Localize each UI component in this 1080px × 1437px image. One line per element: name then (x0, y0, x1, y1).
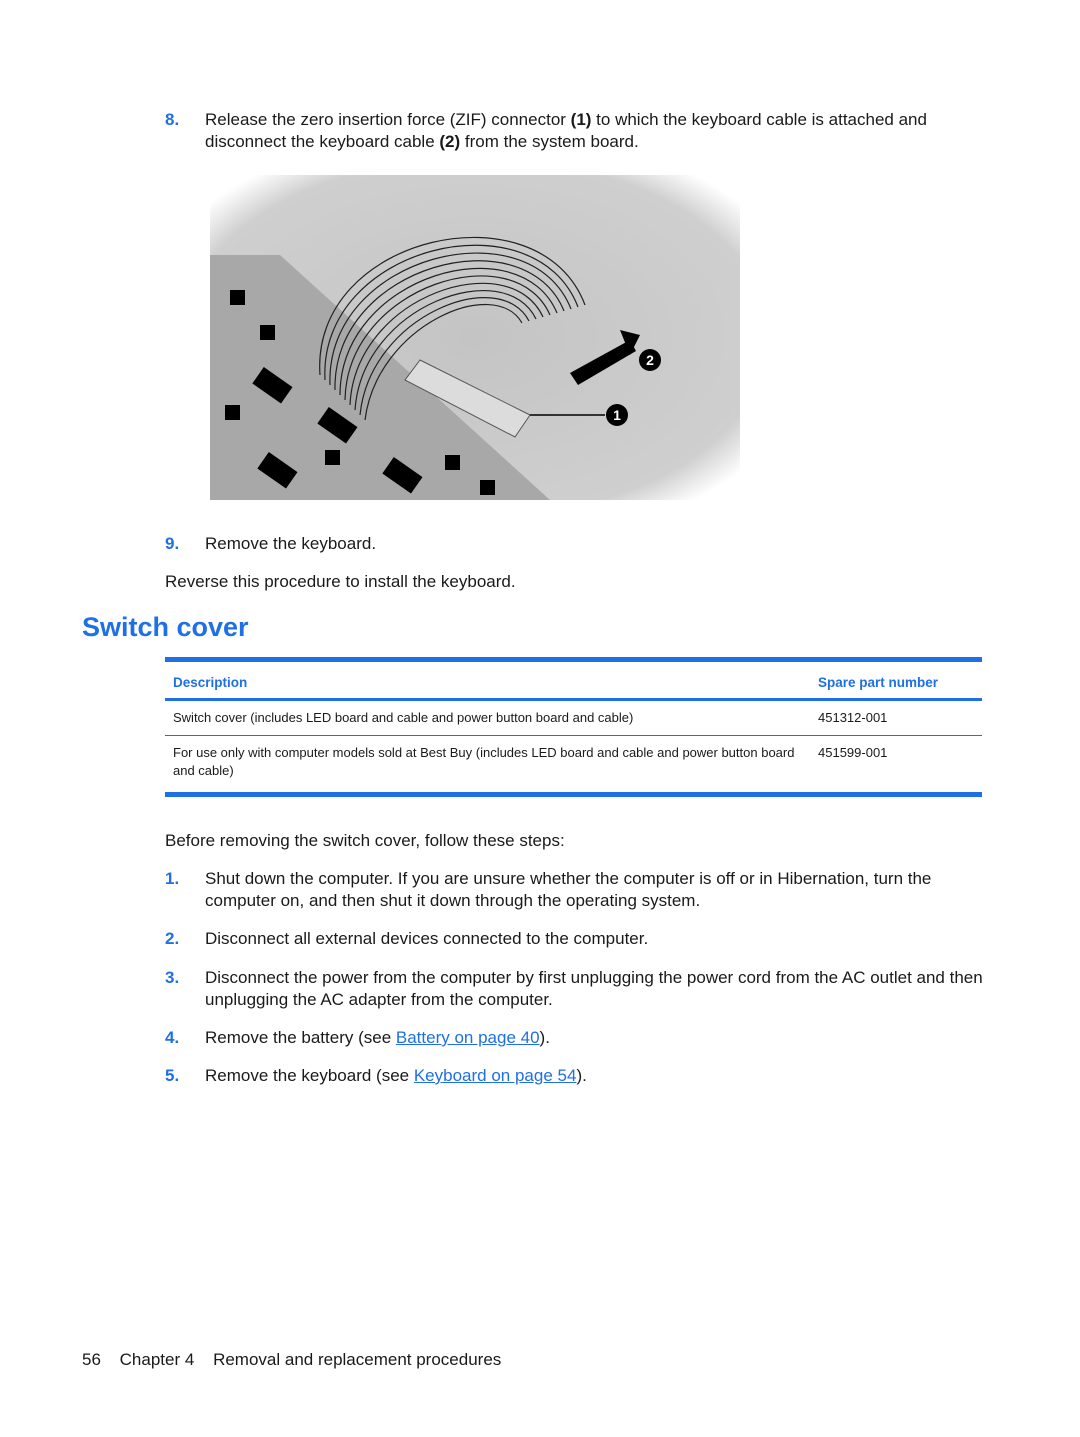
step-number: 5. (165, 1066, 180, 1085)
callout-2: 2 (646, 352, 654, 368)
section-title: Switch cover (82, 612, 249, 642)
chapter-title: Removal and replacement procedures (213, 1350, 502, 1369)
step-text: Remove the keyboard (see Keyboard on pag… (205, 1065, 985, 1087)
keyboard-link[interactable]: Keyboard on page 54 (414, 1066, 577, 1085)
step-number: 1. (165, 869, 180, 888)
step-3: 3. Disconnect the power from the compute… (165, 967, 985, 1011)
page-footer: 56 Chapter 4 Removal and replacement pro… (82, 1350, 515, 1370)
step-text: Shut down the computer. If you are unsur… (205, 869, 932, 910)
cell-description: For use only with computer models sold a… (173, 745, 795, 778)
spare-parts-table: Description Spare part number Switch cov… (165, 657, 982, 797)
page-number: 56 (82, 1350, 101, 1369)
table-row: For use only with computer models sold a… (165, 736, 982, 795)
step-4: 4. Remove the battery (see Battery on pa… (165, 1027, 985, 1049)
cell-part-number: 451599-001 (818, 745, 888, 760)
table-row: Switch cover (includes LED board and cab… (165, 700, 982, 736)
text-segment: Remove the battery (see (205, 1028, 396, 1047)
table-header-row: Description Spare part number (165, 659, 982, 700)
chapter-label: Chapter 4 (119, 1350, 195, 1369)
header-description: Description (173, 675, 248, 690)
keyboard-cable-figure: 1 2 (210, 175, 740, 500)
step-8: 8. Release the zero insertion force (ZIF… (165, 109, 985, 153)
step-text: Disconnect all external devices connecte… (205, 929, 649, 948)
cell-part-number: 451312-001 (818, 710, 888, 725)
step-number: 8. (165, 110, 180, 129)
text-segment: Remove the keyboard (see (205, 1066, 414, 1085)
text-segment: ). (576, 1066, 587, 1085)
text-segment: ). (539, 1028, 550, 1047)
callout-1: 1 (613, 407, 621, 423)
reverse-note: Reverse this procedure to install the ke… (165, 572, 516, 591)
step-1: 1. Shut down the computer. If you are un… (165, 868, 985, 912)
step-text: Disconnect the power from the computer b… (205, 968, 983, 1009)
step-5: 5. Remove the keyboard (see Keyboard on … (165, 1065, 985, 1087)
step-number: 3. (165, 968, 180, 987)
step-text: Remove the keyboard. (205, 534, 377, 553)
step-text: Remove the battery (see Battery on page … (205, 1027, 985, 1049)
step-2: 2. Disconnect all external devices conne… (165, 928, 985, 950)
callout-ref: (2) (439, 132, 461, 151)
step-9: 9. Remove the keyboard. (165, 533, 985, 555)
step-number: 2. (165, 929, 180, 948)
step-number: 4. (165, 1028, 180, 1047)
step-text: Release the zero insertion force (ZIF) c… (205, 109, 985, 153)
cell-description: Switch cover (includes LED board and cab… (173, 710, 634, 725)
text-segment: Release the zero insertion force (ZIF) c… (205, 110, 571, 129)
text-segment: from the system board. (460, 132, 639, 151)
battery-link[interactable]: Battery on page 40 (396, 1028, 540, 1047)
header-part-number: Spare part number (818, 675, 939, 690)
step-number: 9. (165, 534, 180, 553)
callout-ref: (1) (570, 110, 592, 129)
intro-text: Before removing the switch cover, follow… (165, 831, 565, 850)
